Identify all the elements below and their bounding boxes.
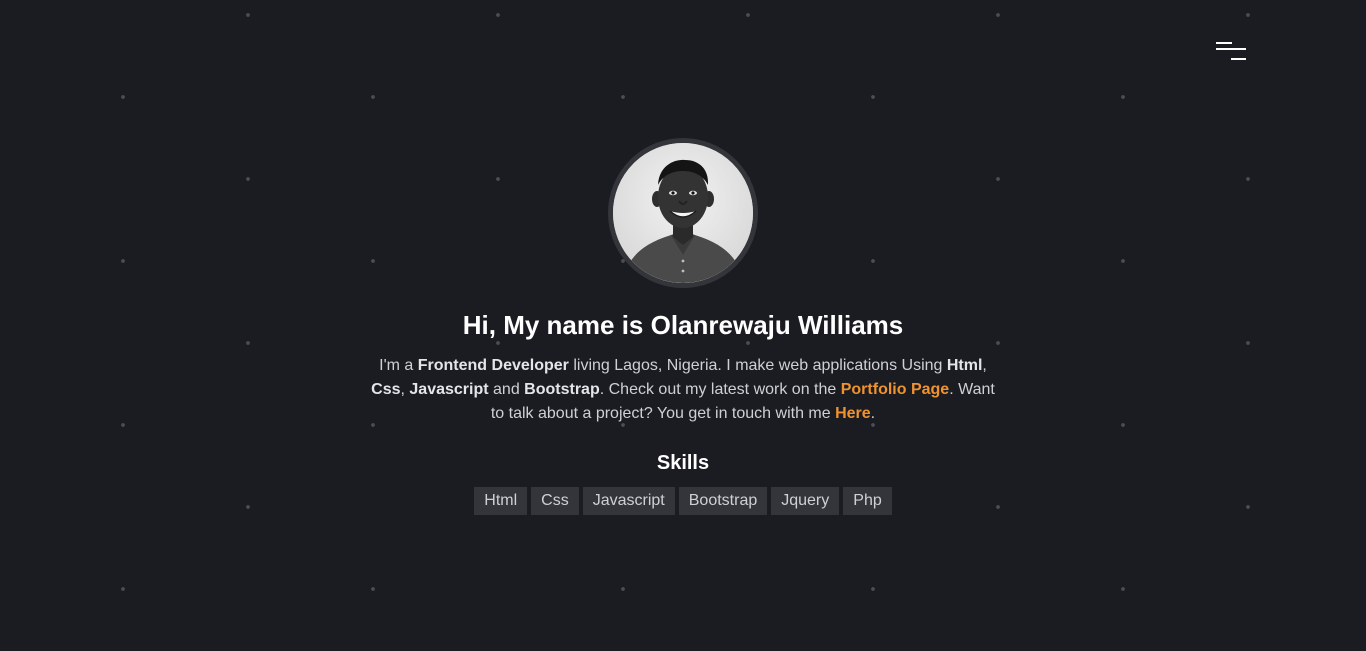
skills-heading: Skills: [656, 452, 710, 474]
intro-text: .: [870, 405, 876, 422]
intro-paragraph: I'm a Frontend Developer living Lagos, N…: [363, 354, 1003, 426]
skill-tag-javascript: Javascript: [582, 487, 675, 515]
intro-text: living Lagos, Nigeria. I make web applic…: [568, 357, 947, 374]
page-title: Hi, My name is Olanrewaju Williams: [462, 310, 904, 340]
contact-here-link[interactable]: Here: [835, 405, 871, 422]
role-highlight: Frontend Developer: [417, 357, 569, 374]
skills-list: Html Css Javascript Bootstrap Jquery Php: [474, 487, 892, 515]
avatar: [608, 138, 758, 288]
intro-text: ,: [982, 357, 987, 374]
hero-section: Hi, My name is Olanrewaju Williams I'm a…: [0, 138, 1366, 515]
menu-bar-middle: [1216, 48, 1246, 50]
hamburger-menu-icon[interactable]: [1214, 41, 1248, 63]
skill-tag-jquery: Jquery: [771, 487, 840, 515]
avatar-photo: [613, 143, 753, 283]
tech-javascript: Javascript: [409, 381, 489, 398]
tech-css: Css: [371, 381, 401, 398]
portfolio-page-link[interactable]: Portfolio Page: [841, 381, 949, 398]
skill-tag-bootstrap: Bootstrap: [678, 487, 768, 515]
skill-tag-php: Php: [843, 487, 892, 515]
intro-text: . Check out my latest work on the: [599, 381, 841, 398]
tech-html: Html: [946, 357, 983, 374]
skill-tag-css: Css: [531, 487, 579, 515]
intro-text: I'm a: [379, 357, 418, 374]
skill-tag-html: Html: [474, 487, 528, 515]
intro-text: and: [488, 381, 525, 398]
tech-bootstrap: Bootstrap: [524, 381, 600, 398]
menu-bar-top: [1216, 42, 1232, 44]
menu-bar-bottom: [1231, 58, 1246, 60]
